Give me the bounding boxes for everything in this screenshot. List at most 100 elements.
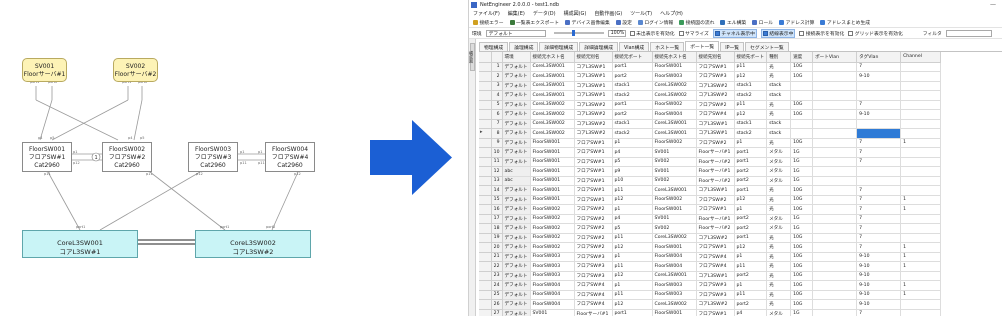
row-selector[interactable] <box>479 81 492 91</box>
tab-item[interactable]: 詳細論理構成 <box>579 42 618 51</box>
table-cell[interactable] <box>790 90 814 101</box>
menu-data[interactable]: データ(D) <box>533 10 556 17</box>
column-header[interactable]: 接続先ホスト名 <box>652 52 697 63</box>
table-cell[interactable]: 1 <box>900 280 942 291</box>
table-cell[interactable]: コアL3SW#2 <box>696 90 735 101</box>
row-selector[interactable] <box>479 147 492 158</box>
menu-tools[interactable]: ツール(T) <box>630 10 652 17</box>
table-cell[interactable]: メタル <box>766 214 792 224</box>
table-cell[interactable]: フロアSW#3 <box>574 271 613 281</box>
table-cell[interactable]: 10G <box>790 252 814 262</box>
table-cell[interactable]: フロアSW#1 <box>696 204 735 215</box>
view-option-checkbox[interactable]: 結線表示中 <box>760 28 796 38</box>
table-cell[interactable] <box>812 195 858 205</box>
table-row[interactable]: 8デフォルトCoreL3SW002コアL3SW#2stack2CoreL3SW0… <box>479 128 942 139</box>
table-cell[interactable]: FloorSW004 <box>652 261 697 272</box>
tab-item[interactable]: セグメント一覧 <box>745 42 789 51</box>
menu-diagram[interactable]: 構成図(G) <box>564 10 587 17</box>
table-cell[interactable]: FloorSW004 <box>652 252 697 262</box>
table-row[interactable]: 14 デフォルト FloorSW001 フロアSW#1 p11 CoreL3SW001 コア… <box>479 185 942 196</box>
table-cell[interactable]: 10G <box>790 138 814 148</box>
table-cell[interactable]: p1 <box>734 252 768 262</box>
table-cell[interactable] <box>900 100 942 110</box>
view-option-checkbox[interactable]: 未出表示を有効化 <box>629 30 675 37</box>
toolbar-button[interactable]: アドレス計算 <box>779 19 814 26</box>
table-cell[interactable]: メタル <box>766 309 792 316</box>
table-row[interactable]: 10 デフォルト FloorSW001 フロアSW#1 p4 SV001 Floorサーバ#… <box>479 147 942 158</box>
table-cell[interactable]: FloorSW004 <box>530 299 575 310</box>
table-cell[interactable] <box>900 299 942 310</box>
table-cell[interactable]: stack <box>766 128 792 139</box>
row-selector[interactable] <box>479 176 492 186</box>
toolbar-button[interactable]: 一覧表エクスポート <box>509 19 559 26</box>
table-cell[interactable]: 光 <box>766 62 792 72</box>
table-cell[interactable]: FloorSW002 <box>530 214 575 224</box>
table-cell[interactable]: コアL3SW#2 <box>696 233 735 243</box>
table-cell[interactable]: 10G <box>790 109 814 120</box>
table-cell[interactable]: 1 <box>900 204 942 215</box>
menu-help[interactable]: ヘルプ(H) <box>660 10 683 17</box>
checkbox-icon[interactable] <box>848 30 854 36</box>
table-cell[interactable]: Floorサーバ#1 <box>696 166 735 177</box>
table-cell[interactable] <box>812 157 858 167</box>
menu-file[interactable]: ファイル(F) <box>473 10 500 17</box>
table-cell[interactable]: p1 <box>734 204 768 215</box>
table-cell[interactable]: デフォルト <box>502 185 531 196</box>
column-header[interactable]: ポートVlan <box>812 52 858 63</box>
row-selector[interactable] <box>479 242 492 253</box>
table-cell[interactable]: 光 <box>766 271 792 281</box>
table-cell[interactable]: p5 <box>612 157 653 167</box>
table-cell[interactable]: p12 <box>734 71 768 82</box>
table-cell[interactable]: 7 <box>856 242 902 253</box>
row-selector[interactable] <box>479 233 492 243</box>
table-cell[interactable]: 7 <box>856 309 902 316</box>
table-row[interactable]: 22 デフォルト FloorSW003 フロアSW#3 p11 FloorSW004 フロア… <box>479 261 942 272</box>
table-cell[interactable]: 10G <box>790 71 814 82</box>
table-cell[interactable]: デフォルト <box>502 280 531 291</box>
table-cell[interactable]: FloorSW002 <box>530 242 575 253</box>
table-cell[interactable]: フロアSW#2 <box>696 195 735 205</box>
table-cell[interactable]: Floorサーバ#2 <box>696 223 735 234</box>
table-cell[interactable]: 7 <box>856 185 902 196</box>
table-row[interactable]: 19 デフォルト FloorSW002 フロアSW#2 p11 CoreL3SW002 コア… <box>479 233 942 243</box>
table-cell[interactable]: フロアSW#4 <box>696 261 735 272</box>
table-cell[interactable]: コアL3SW#2 <box>574 109 613 120</box>
table-cell[interactable]: 光 <box>766 109 792 120</box>
table-cell[interactable]: 7 <box>856 204 902 215</box>
table-cell[interactable]: stack1 <box>612 81 653 91</box>
table-cell[interactable] <box>812 90 858 101</box>
table-cell[interactable]: コアL3SW#1 <box>696 128 735 139</box>
table-cell[interactable]: Floorサーバ#1 <box>696 214 735 224</box>
table-cell[interactable]: 7 <box>856 195 902 205</box>
tab-item[interactable]: ホスト一覧 <box>650 42 685 51</box>
table-cell[interactable]: 7 <box>856 223 902 234</box>
table-cell[interactable]: FloorSW003 <box>652 280 697 291</box>
table-cell[interactable] <box>812 62 858 72</box>
table-cell[interactable]: 10G <box>790 195 814 205</box>
table-cell[interactable]: コアL3SW#2 <box>574 128 613 139</box>
row-selector[interactable] <box>479 157 492 167</box>
table-cell[interactable]: SV002 <box>652 176 697 186</box>
table-cell[interactable]: CoreL3SW002 <box>530 109 575 120</box>
table-cell[interactable]: port2 <box>734 214 768 224</box>
table-cell[interactable]: デフォルト <box>502 299 531 310</box>
row-selector[interactable] <box>479 252 492 262</box>
checkbox-icon[interactable] <box>762 30 768 36</box>
table-cell[interactable]: FloorSW001 <box>530 166 575 177</box>
table-cell[interactable] <box>856 81 902 91</box>
zoom-slider[interactable] <box>553 30 604 36</box>
table-cell[interactable]: 1G <box>790 309 814 316</box>
table-cell[interactable]: 10G <box>790 100 814 110</box>
table-cell[interactable]: 1 <box>900 290 942 300</box>
table-cell[interactable]: FloorSW002 <box>530 223 575 234</box>
table-cell[interactable]: フロアSW#2 <box>574 204 613 215</box>
table-row[interactable]: 5 デフォルト CoreL3SW002 コアL3SW#2 port1 FloorSW002… <box>479 100 942 110</box>
table-cell[interactable]: port2 <box>612 109 653 120</box>
table-cell[interactable]: FloorSW002 <box>530 204 575 215</box>
server-node[interactable]: SV002 Floorサーバ#2 <box>113 58 158 82</box>
table-cell[interactable]: メタル <box>766 147 792 158</box>
table-cell[interactable]: フロアSW#4 <box>696 109 735 120</box>
table-cell[interactable]: p1 <box>734 280 768 291</box>
filter-input[interactable] <box>945 29 992 37</box>
table-cell[interactable] <box>812 176 858 186</box>
